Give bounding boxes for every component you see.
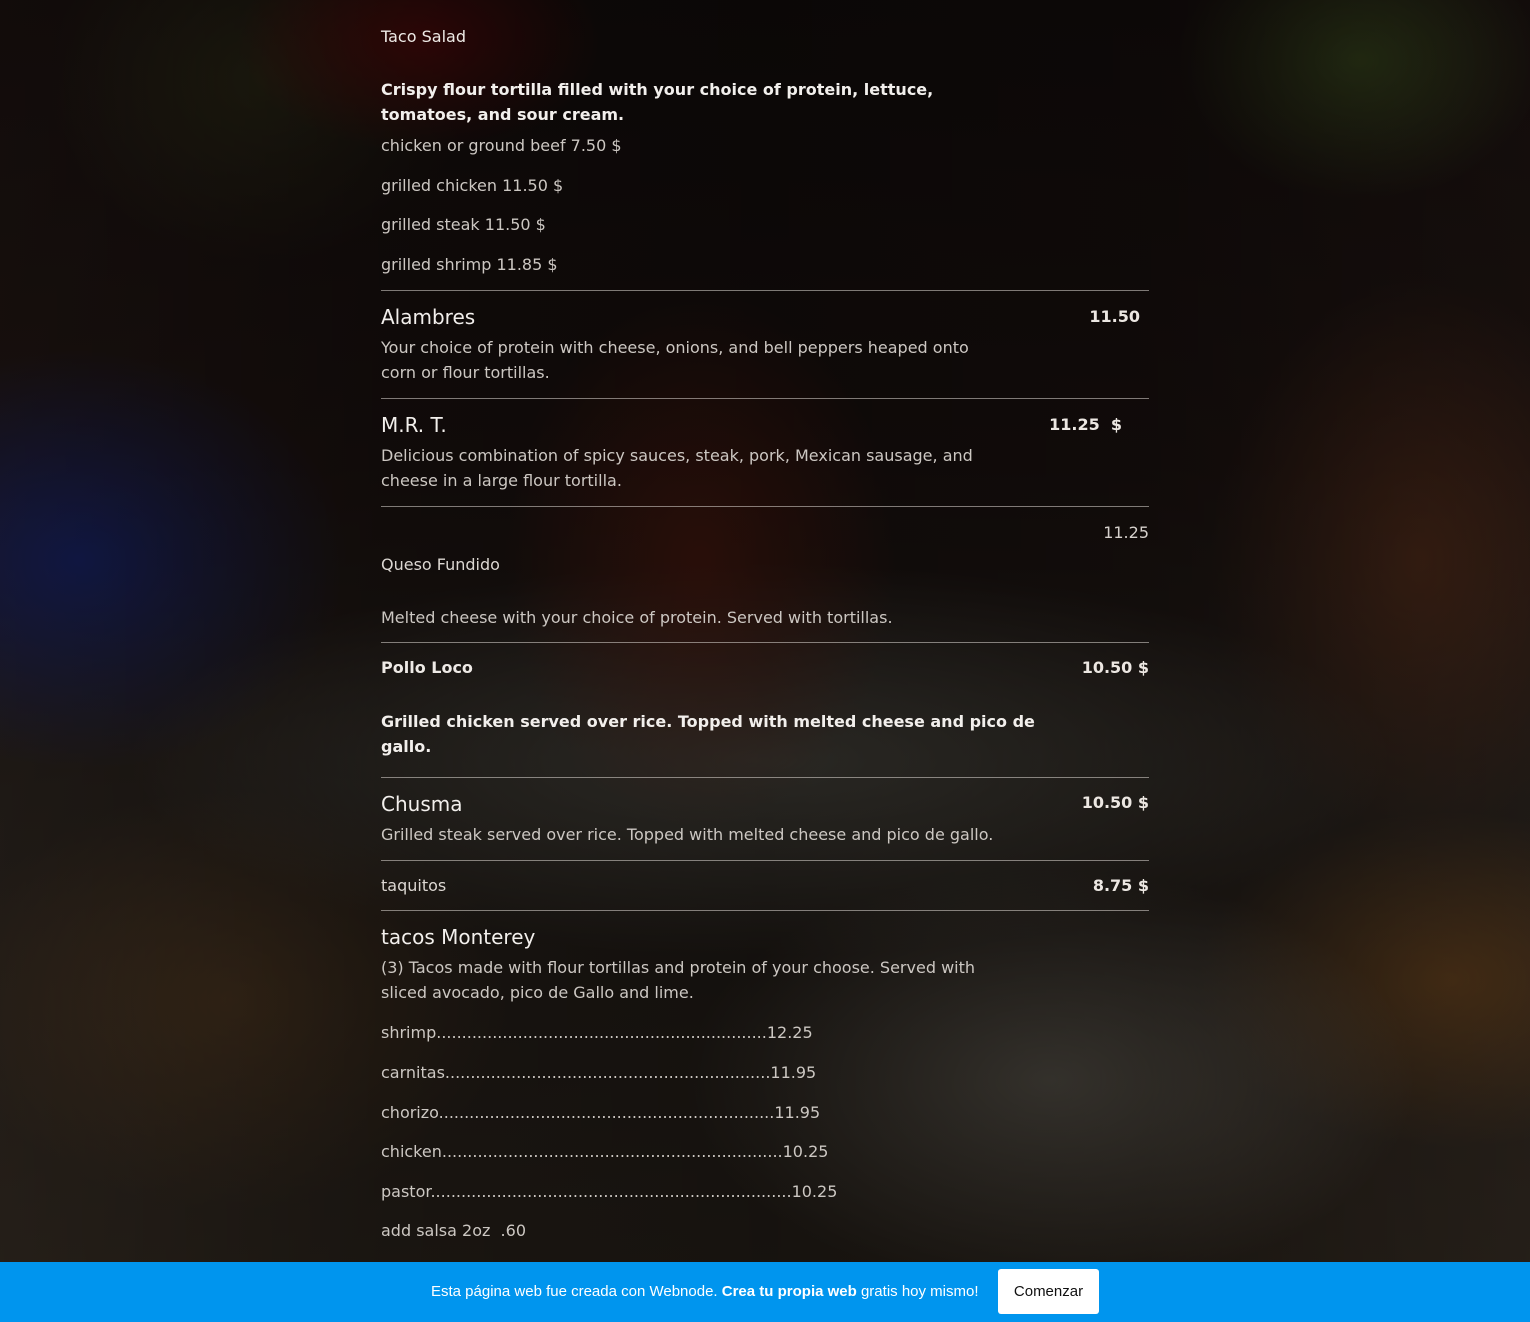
menu-item-description: Grilled steak served over rice. Topped w… <box>381 825 994 844</box>
menu-item-taco-salad: Taco Salad Crispy flour tortilla filled … <box>381 0 1149 291</box>
menu-item-option: add salsa 2oz .60 <box>381 1221 526 1240</box>
menu-item-price: 8.75 $ <box>1092 876 1149 895</box>
menu-item-price: 10.50 $ <box>1081 793 1149 812</box>
menu-item-title: Queso Fundido <box>381 555 500 574</box>
menu-item-title: M.R. T. <box>381 413 447 437</box>
menu-item-option: carnitas................................… <box>381 1063 817 1082</box>
menu-item-title: taquitos <box>381 876 447 895</box>
menu-item-option: chicken or ground beef 7.50 $ <box>381 136 622 155</box>
menu-item-option: pastor..................................… <box>381 1182 838 1201</box>
menu-item-mrt: M.R. T. 11.25 $ Delicious combination of… <box>381 399 1149 507</box>
menu-item-title: Alambres <box>381 305 476 329</box>
menu-item-option: grilled steak 11.50 $ <box>381 215 546 234</box>
banner-text-prefix: Esta página web fue creada con Webnode. <box>431 1283 718 1300</box>
menu-item-option: shrimp..................................… <box>381 1023 813 1042</box>
menu-item-option: grilled chicken 11.50 $ <box>381 176 564 195</box>
menu-item-price: 10.50 $ <box>1081 658 1149 677</box>
banner-link-create-web[interactable]: Crea tu propia web <box>722 1283 857 1300</box>
menu-item-title: tacos Monterey <box>381 925 536 949</box>
banner-text: Esta página web fue creada con Webnode. … <box>431 1283 979 1300</box>
comenzar-button[interactable]: Comenzar <box>998 1269 1099 1314</box>
menu-item-chusma: Chusma 10.50 $ Grilled steak served over… <box>381 778 1149 861</box>
menu-item-option: chorizo.................................… <box>381 1103 821 1122</box>
banner-text-suffix: gratis hoy mismo! <box>860 1283 979 1300</box>
menu-item-title: Taco Salad <box>381 27 466 46</box>
menu-item-queso-fundido: 11.25 Queso Fundido Melted cheese with y… <box>381 507 1149 643</box>
menu-list: Taco Salad Crispy flour tortilla filled … <box>381 0 1149 1251</box>
menu-item-price: 11.50 <box>1089 307 1140 326</box>
menu-item-description: Delicious combination of spicy sauces, s… <box>381 446 973 490</box>
menu-item-price: 11.25 $ <box>1049 415 1122 434</box>
menu-item-tacos-monterey: tacos Monterey (3) Tacos made with flour… <box>381 911 1149 1251</box>
menu-item-description: Melted cheese with your choice of protei… <box>381 608 893 627</box>
menu-item-description: Crispy flour tortilla filled with your c… <box>381 80 934 124</box>
menu-item-description: Grilled chicken served over rice. Topped… <box>381 712 1035 756</box>
menu-item-description: Your choice of protein with cheese, onio… <box>381 338 969 382</box>
menu-item-title: Pollo Loco <box>381 658 473 677</box>
menu-item-option: grilled shrimp 11.85 $ <box>381 255 558 274</box>
webnode-banner: Esta página web fue creada con Webnode. … <box>0 1262 1530 1322</box>
menu-item-description: (3) Tacos made with flour tortillas and … <box>381 958 976 1002</box>
menu-item-taquitos: taquitos 8.75 $ <box>381 861 1149 911</box>
menu-item-price: 11.25 <box>1103 523 1149 542</box>
menu-item-option: chicken.................................… <box>381 1142 829 1161</box>
menu-item-pollo-loco: Pollo Loco 10.50 $ Grilled chicken serve… <box>381 643 1149 778</box>
menu-item-alambres: Alambres 11.50 Your choice of protein wi… <box>381 291 1149 399</box>
menu-item-title: Chusma <box>381 792 463 816</box>
